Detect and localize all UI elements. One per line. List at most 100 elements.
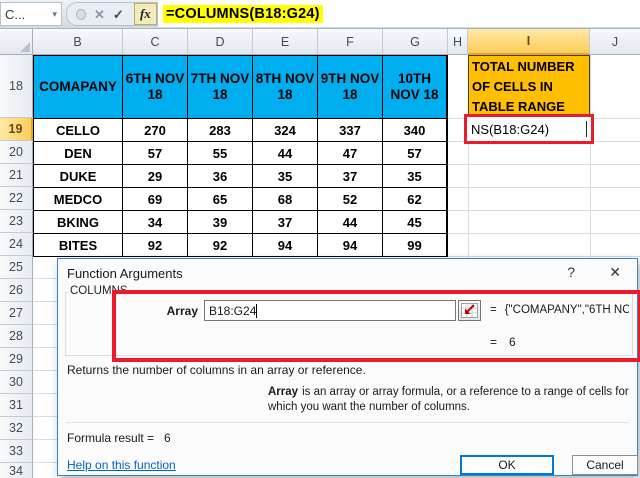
column-header-g[interactable]: G xyxy=(383,29,448,55)
table-cell[interactable]: 52 xyxy=(318,188,382,210)
formula-bar: C... ▾ ✕ ✓ fx =COLUMNS(B18:G24) xyxy=(0,0,640,29)
row-header-32[interactable]: 32 xyxy=(0,417,33,440)
table-cell[interactable]: 69 xyxy=(123,188,187,210)
formula-bar-buttons: ✕ ✓ fx xyxy=(66,2,158,26)
argument-help-text: is an array or array formula, or a refer… xyxy=(268,386,629,413)
row-header-21[interactable]: 21 xyxy=(0,164,33,187)
table-cell[interactable]: 47 xyxy=(318,142,382,164)
table-cell[interactable]: 44 xyxy=(318,211,382,233)
row-header-25[interactable]: 25 xyxy=(0,256,33,279)
row-header-19-selected[interactable]: 19 xyxy=(0,118,33,141)
table-header-cell[interactable]: 9TH NOV 18 xyxy=(318,56,382,118)
close-icon[interactable]: ✕ xyxy=(609,264,621,281)
row-header-30[interactable]: 30 xyxy=(0,371,33,394)
table-cell[interactable]: 29 xyxy=(123,165,187,187)
table-cell[interactable]: 55 xyxy=(188,142,252,164)
formula-result-line: Formula result = 6 xyxy=(67,431,171,445)
array-preview: = {"COMAPANY","6TH NOV 18","7TH N... xyxy=(490,304,629,316)
table-header-cell[interactable]: 6TH NOV 18 xyxy=(123,56,187,118)
editing-formula-text: NS(B18:G24) xyxy=(471,121,550,137)
table-cell[interactable]: DUKE xyxy=(34,165,122,187)
formula-text: =COLUMNS(B18:G24) xyxy=(163,4,323,23)
column-header-f[interactable]: F xyxy=(318,29,383,55)
name-box[interactable]: C... ▾ xyxy=(0,2,62,26)
table-cell[interactable]: 39 xyxy=(188,211,252,233)
table-cell[interactable]: DEN xyxy=(34,142,122,164)
table-cell[interactable]: 36 xyxy=(188,165,252,187)
table-cell[interactable]: 57 xyxy=(123,142,187,164)
row-header-26[interactable]: 26 xyxy=(0,279,33,302)
table-cell[interactable]: 37 xyxy=(318,165,382,187)
table-cell[interactable]: 324 xyxy=(253,119,317,141)
cell-i18-total-label[interactable]: TOTAL NUMBER OF CELLS IN TABLE RANGE xyxy=(468,55,590,118)
row-header-34[interactable]: 34 xyxy=(0,463,33,478)
array-input-value: B18:G24 xyxy=(209,303,257,318)
table-cell[interactable]: 92 xyxy=(123,234,187,256)
column-header-i-selected[interactable]: I xyxy=(468,29,590,55)
select-all-corner[interactable] xyxy=(0,29,33,55)
column-header-d[interactable]: D xyxy=(188,29,253,55)
table-cell[interactable]: 44 xyxy=(253,142,317,164)
row-header-33[interactable]: 33 xyxy=(0,440,33,463)
chevron-down-icon[interactable]: ▾ xyxy=(52,9,57,20)
row-header-31[interactable]: 31 xyxy=(0,394,33,417)
table-cell[interactable]: MEDCO xyxy=(34,188,122,210)
help-link[interactable]: Help on this function xyxy=(67,458,176,472)
argument-help: Array is an array or array formula, or a … xyxy=(268,385,636,415)
row-header-29[interactable]: 29 xyxy=(0,348,33,371)
table-cell[interactable]: 34 xyxy=(123,211,187,233)
table-cell[interactable]: 35 xyxy=(253,165,317,187)
table-cell[interactable]: 92 xyxy=(188,234,252,256)
text-cursor xyxy=(256,303,258,318)
table-cell[interactable]: 65 xyxy=(188,188,252,210)
formula-input[interactable]: =COLUMNS(B18:G24) xyxy=(158,0,640,27)
cell-i19-editing[interactable]: NS(B18:G24) xyxy=(464,114,594,144)
cancel-icon[interactable]: ✕ xyxy=(94,8,105,21)
table-cell[interactable]: 35 xyxy=(383,165,446,187)
table-cell[interactable]: 337 xyxy=(318,119,382,141)
column-header-e[interactable]: E xyxy=(253,29,318,55)
function-description: Returns the number of columns in an arra… xyxy=(67,363,366,377)
table-cell[interactable]: 45 xyxy=(383,211,446,233)
column-header-h[interactable]: H xyxy=(448,29,468,55)
table-cell[interactable]: BKING xyxy=(34,211,122,233)
table-cell[interactable]: 62 xyxy=(383,188,446,210)
equals-sign: = xyxy=(490,304,497,316)
table-cell[interactable]: 283 xyxy=(188,119,252,141)
range-picker-button[interactable] xyxy=(458,300,481,321)
array-input[interactable]: B18:G24 xyxy=(204,300,456,321)
row-header-27[interactable]: 27 xyxy=(0,302,33,325)
table-header-cell[interactable]: 10TH NOV 18 xyxy=(383,56,446,118)
row-header-18[interactable]: 18 xyxy=(0,55,33,118)
table-cell[interactable]: 57 xyxy=(383,142,446,164)
table-header-cell[interactable]: 7TH NOV 18 xyxy=(188,56,252,118)
row-header-23[interactable]: 23 xyxy=(0,210,33,233)
table-cell[interactable]: 270 xyxy=(123,119,187,141)
formula-result-label: Formula result = xyxy=(67,431,155,445)
formula-result-value: 6 xyxy=(164,431,171,445)
dialog-help-icon[interactable]: ? xyxy=(567,264,575,280)
table-cell[interactable]: BITES xyxy=(34,234,122,256)
gridline-col-ij xyxy=(590,55,591,258)
column-header-j[interactable]: J xyxy=(590,29,640,55)
table-cell[interactable]: 99 xyxy=(383,234,446,256)
insert-function-button[interactable]: fx xyxy=(133,3,157,25)
row-header-24[interactable]: 24 xyxy=(0,233,33,256)
enter-icon[interactable]: ✓ xyxy=(113,8,124,21)
table-cell[interactable]: 37 xyxy=(253,211,317,233)
table-cell[interactable]: 94 xyxy=(253,234,317,256)
table-cell[interactable]: CELLO xyxy=(34,119,122,141)
table-header-cell[interactable]: 8TH NOV 18 xyxy=(253,56,317,118)
table-cell[interactable]: 340 xyxy=(383,119,446,141)
row-header-20[interactable]: 20 xyxy=(0,141,33,164)
dialog-title: Function Arguments xyxy=(67,266,183,281)
cancel-button[interactable]: Cancel xyxy=(572,455,638,475)
column-header-b[interactable]: B xyxy=(33,29,123,55)
table-cell[interactable]: 68 xyxy=(253,188,317,210)
row-header-28[interactable]: 28 xyxy=(0,325,33,348)
column-header-c[interactable]: C xyxy=(123,29,188,55)
table-cell[interactable]: 94 xyxy=(318,234,382,256)
table-header-cell[interactable]: COMAPANY xyxy=(34,56,122,118)
row-header-22[interactable]: 22 xyxy=(0,187,33,210)
ok-button[interactable]: OK xyxy=(460,455,554,475)
